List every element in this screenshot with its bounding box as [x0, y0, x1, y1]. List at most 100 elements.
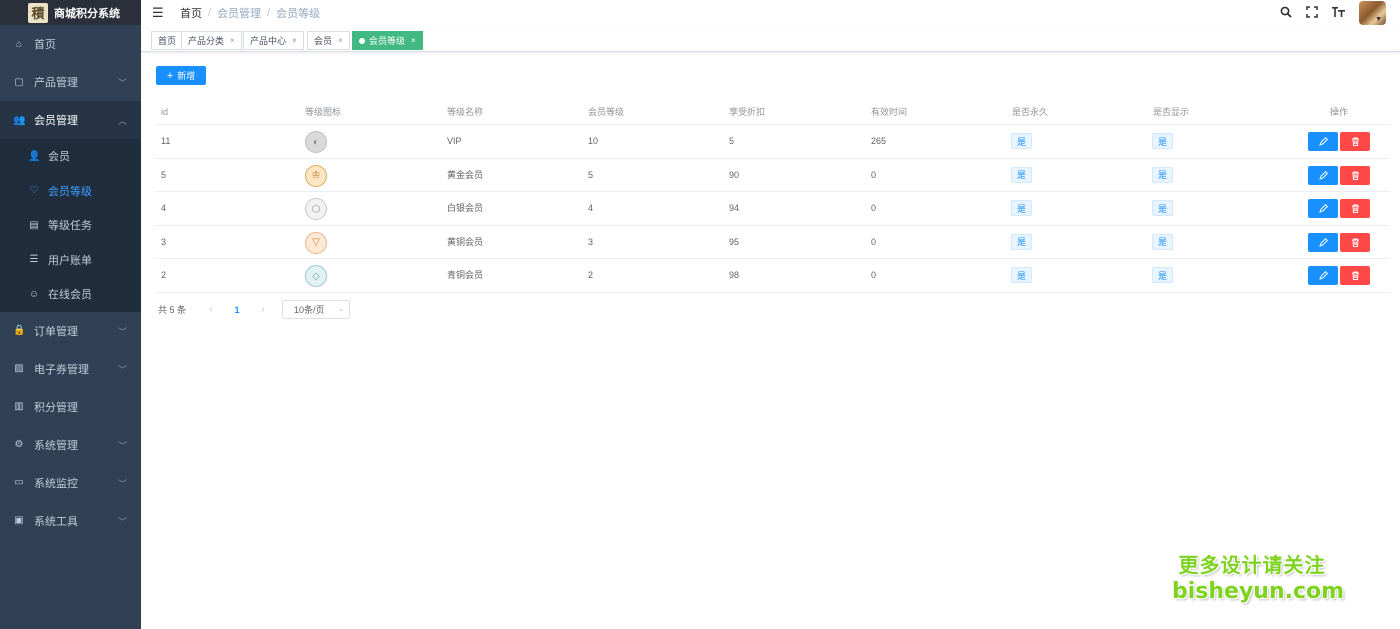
sidebar-subitem-online[interactable]: ☺ 在线会员	[0, 277, 141, 312]
edit-icon	[1318, 170, 1328, 180]
permanent-tag: 是	[1011, 233, 1032, 250]
sidebar-subitem-user[interactable]: 👤 会员	[0, 139, 141, 174]
watermark: 更多设计请关注 bisheyun.com	[1172, 553, 1344, 605]
sidebar-logo[interactable]: 積 商城积分系统	[0, 0, 141, 25]
product-icon: ▢	[14, 76, 24, 88]
tag-4[interactable]: 会员等级 ×	[352, 31, 423, 50]
close-icon[interactable]: ×	[292, 36, 297, 45]
trash-icon	[1351, 137, 1359, 146]
prev-page-icon[interactable]: ‹	[198, 304, 224, 315]
tag-3[interactable]: 会员 ×	[307, 31, 350, 50]
breadcrumb-item-member[interactable]: 会员管理	[217, 5, 261, 21]
tag-1[interactable]: 产品分类 ×	[181, 31, 242, 50]
pagination: 共 5 条 ‹ 1 › 10条/页 ⌄	[158, 300, 351, 319]
hamburger-icon[interactable]: ☰	[152, 5, 166, 21]
peoples-icon: 👥	[13, 114, 26, 126]
show-tag: 是	[1152, 166, 1173, 183]
chevron-down-icon: ﹀	[117, 478, 127, 489]
tag-label: 首页	[158, 36, 177, 46]
user-avatar[interactable]: ▼	[1359, 1, 1386, 25]
sidebar-item-tool[interactable]: ▣ 系统工具 ﹀	[0, 502, 141, 540]
column-header: id	[161, 107, 169, 117]
close-icon[interactable]: ×	[411, 36, 416, 45]
tag-label: 产品分类	[188, 36, 225, 46]
tag-0[interactable]: 首页	[151, 31, 184, 50]
sidebar-subitem-label: 在线会员	[48, 289, 92, 302]
chevron-down-icon: ⌄	[337, 304, 345, 313]
permanent-tag: 是	[1011, 166, 1032, 183]
cell-id: 3	[161, 236, 167, 247]
delete-button[interactable]	[1340, 132, 1370, 151]
edit-button[interactable]	[1308, 165, 1338, 185]
permanent-tag: 是	[1011, 200, 1032, 217]
sidebar-subitem-level[interactable]: ♡ 会员等级	[0, 174, 141, 209]
sidebar-subitem-label: 会员	[48, 151, 70, 164]
sidebar-item-product[interactable]: ▢ 产品管理 ﹀	[0, 63, 141, 101]
sidebar-subitem-list[interactable]: ☰ 用户账单	[0, 243, 141, 278]
sidebar: 積 商城积分系统 ⌂ 首页 ▢ 产品管理 ﹀ 👥 会员管理 ︿ 👤 会员 ♡ 会员等级 ▤ 等级任务 ☰ 用户…	[0, 0, 141, 629]
next-page-icon[interactable]: ›	[250, 304, 276, 315]
close-icon[interactable]: ×	[230, 36, 235, 45]
sidebar-item-coupon[interactable]: ▨ 电子券管理 ﹀	[0, 350, 141, 388]
sidebar-subitem-label: 等级任务	[48, 220, 92, 233]
cell-discount: 5	[729, 136, 735, 146]
cell-discount: 94	[729, 203, 740, 214]
online-icon: ☺	[28, 288, 40, 300]
chevron-down-icon: ﹀	[117, 440, 127, 451]
edit-icon	[1318, 271, 1328, 281]
sidebar-item-dashboard[interactable]: ⌂ 首页	[0, 25, 141, 63]
page-size-select[interactable]: 10条/页 ⌄	[282, 300, 351, 319]
cell-discount: 95	[729, 236, 740, 247]
sidebar-item-label: 首页	[34, 39, 56, 51]
edit-button[interactable]	[1308, 199, 1338, 219]
cell-level: 10	[588, 136, 599, 146]
pagination-page[interactable]: 1	[224, 305, 250, 315]
sidebar-item-system[interactable]: ⚙ 系统管理 ﹀	[0, 426, 141, 464]
sidebar-item-points[interactable]: ▥ 积分管理	[0, 388, 141, 426]
sidebar-menu: ⌂ 首页 ▢ 产品管理 ﹀ 👥 会员管理 ︿ 👤 会员 ♡ 会员等级 ▤ 等级任务 ☰ 用户账单 ☺ 在线会员 🔒 订…	[0, 25, 141, 540]
sidebar-subitem-task[interactable]: ▤ 等级任务	[0, 208, 141, 243]
add-button[interactable]: + 新增	[156, 66, 206, 85]
close-icon[interactable]: ×	[338, 36, 343, 45]
table-row: 2 青铜会员 2 98 0 ◇ 是 是	[155, 259, 1390, 293]
cell-level: 3	[588, 236, 594, 247]
delete-button[interactable]	[1340, 165, 1370, 185]
column-header: 有效时间	[871, 107, 908, 117]
edit-button[interactable]	[1308, 132, 1338, 151]
navbar-right: ▼	[1273, 0, 1400, 26]
sidebar-item-monitor[interactable]: ▭ 系统监控 ﹀	[0, 464, 141, 502]
table-row: 11 VIP 10 5 265 ◐ 是 是	[155, 125, 1390, 159]
delete-button[interactable]	[1340, 232, 1370, 252]
fullscreen-icon[interactable]	[1299, 5, 1325, 21]
edit-icon	[1318, 204, 1328, 214]
cell-discount: 98	[729, 270, 740, 281]
cell-name: VIP	[447, 136, 462, 146]
search-icon[interactable]	[1273, 6, 1299, 21]
breadcrumb: 首页 / 会员管理 / 会员等级	[180, 5, 320, 21]
navbar: ☰ 首页 / 会员管理 / 会员等级 ▼	[141, 0, 1400, 26]
sidebar-item-label: 积分管理	[34, 401, 78, 414]
member-level-table: id 等级图标 等级名称 会员等级 享受折扣 有效时间 是否永久 是否显示 操作 11 VIP 10…	[155, 100, 1390, 293]
size-icon[interactable]	[1325, 6, 1351, 21]
task-icon: ▤	[29, 219, 39, 231]
show-tag: 是	[1152, 267, 1173, 284]
tag-label: 会员	[314, 36, 333, 46]
table-body: 11 VIP 10 5 265 ◐ 是是 5 黄金会员 5 90 0 ♔ 是是 4 白银会员 4 94 0 ⬡ 是是 3 黄…	[155, 125, 1390, 293]
delete-button[interactable]	[1340, 199, 1370, 219]
edit-button[interactable]	[1308, 266, 1338, 286]
add-button-label: 新增	[177, 71, 196, 81]
permanent-tag: 是	[1011, 133, 1032, 149]
breadcrumb-item-home[interactable]: 首页	[180, 5, 202, 21]
breadcrumb-separator: /	[267, 7, 271, 19]
dashboard-icon: ⌂	[15, 38, 23, 50]
delete-button[interactable]	[1340, 266, 1370, 286]
edit-button[interactable]	[1308, 232, 1338, 252]
permanent-tag: 是	[1011, 267, 1032, 284]
edit-icon	[1318, 137, 1328, 146]
column-header: 等级名称	[447, 107, 484, 117]
sidebar-item-lock[interactable]: 🔒 订单管理 ﹀	[0, 312, 141, 350]
trash-icon	[1351, 271, 1359, 281]
level-badge-icon: ▽	[305, 231, 327, 254]
sidebar-item-peoples[interactable]: 👥 会员管理 ︿	[0, 101, 141, 139]
tag-2[interactable]: 产品中心 ×	[243, 31, 304, 50]
